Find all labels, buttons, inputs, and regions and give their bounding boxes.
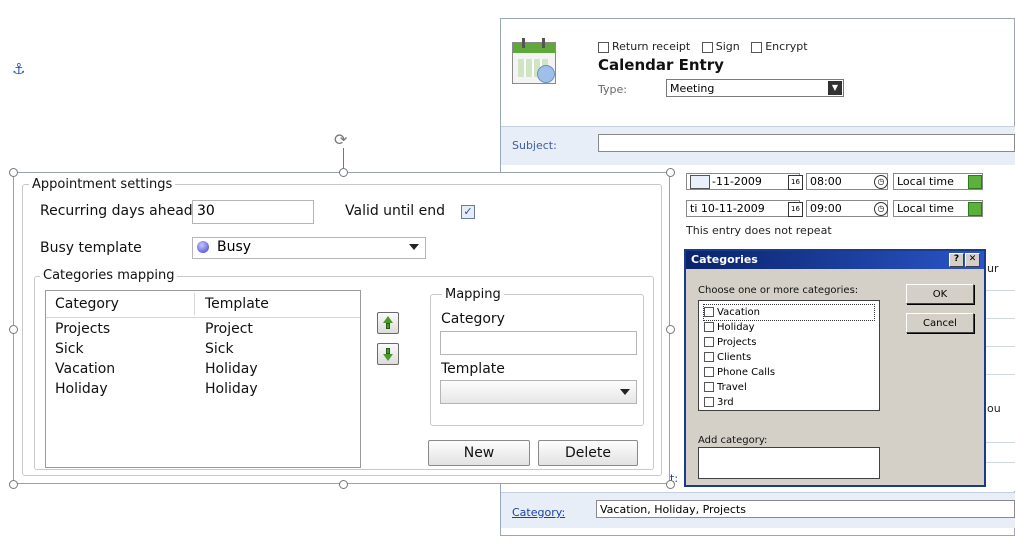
resize-handle[interactable] <box>666 325 675 334</box>
close-icon[interactable]: ✕ <box>965 253 980 267</box>
mapping-group-title: Categories mapping <box>40 268 178 283</box>
sign-checkbox[interactable]: Sign <box>701 40 740 53</box>
mapping-category-label: Category <box>441 311 505 327</box>
category-item-holiday[interactable]: Holiday <box>704 320 874 335</box>
chevron-down-icon <box>620 389 630 395</box>
recurring-days-label: Recurring days ahead <box>40 203 193 219</box>
mapping-template-label: Template <box>441 361 505 377</box>
start-date-field[interactable]: -11-2009 <box>686 173 800 190</box>
column-header-template[interactable]: Template <box>205 296 269 312</box>
mapping-title: Mapping <box>442 287 504 302</box>
category-item-3rd[interactable]: 3rd <box>704 395 874 410</box>
category-item-clients[interactable]: Clients <box>704 350 874 365</box>
resize-handle[interactable] <box>666 480 675 489</box>
end-date-field[interactable]: ti 10-11-2009 <box>686 200 800 217</box>
add-category-label: Add category: <box>698 435 768 446</box>
arrow-down-icon <box>383 354 393 361</box>
calendar-mini-icon <box>690 175 710 189</box>
category-link[interactable]: Category: <box>512 506 565 519</box>
categories-mapping-table[interactable]: Category Template Projects Project Sick … <box>45 290 361 468</box>
help-icon[interactable]: ? <box>949 253 964 267</box>
start-timezone-icon[interactable] <box>968 175 982 189</box>
anchor-icon: ⚓ <box>12 60 26 78</box>
end-timezone-icon[interactable] <box>968 202 982 216</box>
group-title: Appointment settings <box>29 177 176 192</box>
new-button[interactable]: New <box>428 440 530 466</box>
encrypt-checkbox[interactable]: Encrypt <box>751 40 808 53</box>
type-label: Type: <box>598 83 627 96</box>
end-date-picker-icon[interactable]: 16 <box>788 202 803 217</box>
categories-list[interactable]: Vacation Holiday Projects Clients Phone … <box>698 300 880 411</box>
resize-handle[interactable] <box>9 480 18 489</box>
resize-handle[interactable] <box>9 168 18 177</box>
resize-handle[interactable] <box>339 480 348 489</box>
cancel-button[interactable]: Cancel <box>906 313 974 333</box>
dialog-title: Categories <box>691 253 758 266</box>
busy-template-label: Busy template <box>40 240 142 256</box>
busy-status-icon <box>197 241 209 253</box>
arrow-up-icon <box>383 316 393 323</box>
type-select[interactable]: Meeting ▼ <box>666 79 844 97</box>
valid-until-end-checkbox[interactable]: ✓ <box>461 205 475 219</box>
categories-dialog: Categories ? ✕ Choose one or more catego… <box>684 249 986 487</box>
column-header-category[interactable]: Category <box>55 296 119 312</box>
category-item-phone-calls[interactable]: Phone Calls <box>704 365 874 380</box>
move-up-button[interactable] <box>377 312 399 334</box>
clipped-text: ou <box>987 402 1001 415</box>
subject-input[interactable] <box>598 134 1015 152</box>
delete-button[interactable]: Delete <box>538 440 638 466</box>
chevron-down-icon <box>409 244 419 250</box>
move-down-button[interactable] <box>377 343 399 365</box>
mapping-template-select[interactable] <box>440 380 637 404</box>
table-header: Category Template <box>46 291 360 318</box>
chevron-down-icon: ▼ <box>828 81 842 95</box>
category-item-vacation[interactable]: Vacation <box>703 304 875 321</box>
clipped-text: ur <box>987 262 999 275</box>
return-receipt-checkbox[interactable]: Return receipt <box>598 40 690 53</box>
valid-until-end-label: Valid until end <box>345 203 446 219</box>
start-date-picker-icon[interactable]: 16 <box>788 175 803 190</box>
end-clock-icon[interactable]: ◷ <box>874 202 888 216</box>
mapping-category-input[interactable] <box>440 331 637 355</box>
resize-handle[interactable] <box>339 168 348 177</box>
page-title: Calendar Entry <box>598 56 724 74</box>
category-item-travel[interactable]: Travel <box>704 380 874 395</box>
choose-label: Choose one or more categories: <box>698 285 859 296</box>
repeat-status: This entry does not repeat <box>686 224 832 237</box>
category-item-projects[interactable]: Projects <box>704 335 874 350</box>
options-checkboxes: Return receipt Sign Encrypt <box>598 40 816 53</box>
resize-handle[interactable] <box>666 168 675 177</box>
dialog-title-bar: Categories ? ✕ <box>686 251 984 269</box>
ok-button[interactable]: OK <box>906 284 974 304</box>
busy-template-select[interactable]: Busy <box>192 237 426 259</box>
category-input[interactable]: Vacation, Holiday, Projects <box>596 500 1015 518</box>
resize-handle[interactable] <box>9 325 18 334</box>
calendar-person-icon <box>512 38 556 84</box>
recurring-days-input[interactable]: 30 <box>192 200 314 224</box>
subject-label: Subject: <box>512 139 557 152</box>
add-category-input[interactable] <box>698 447 880 479</box>
start-clock-icon[interactable]: ◷ <box>874 175 888 189</box>
rotate-handle-icon[interactable]: ⟳ <box>334 130 347 149</box>
